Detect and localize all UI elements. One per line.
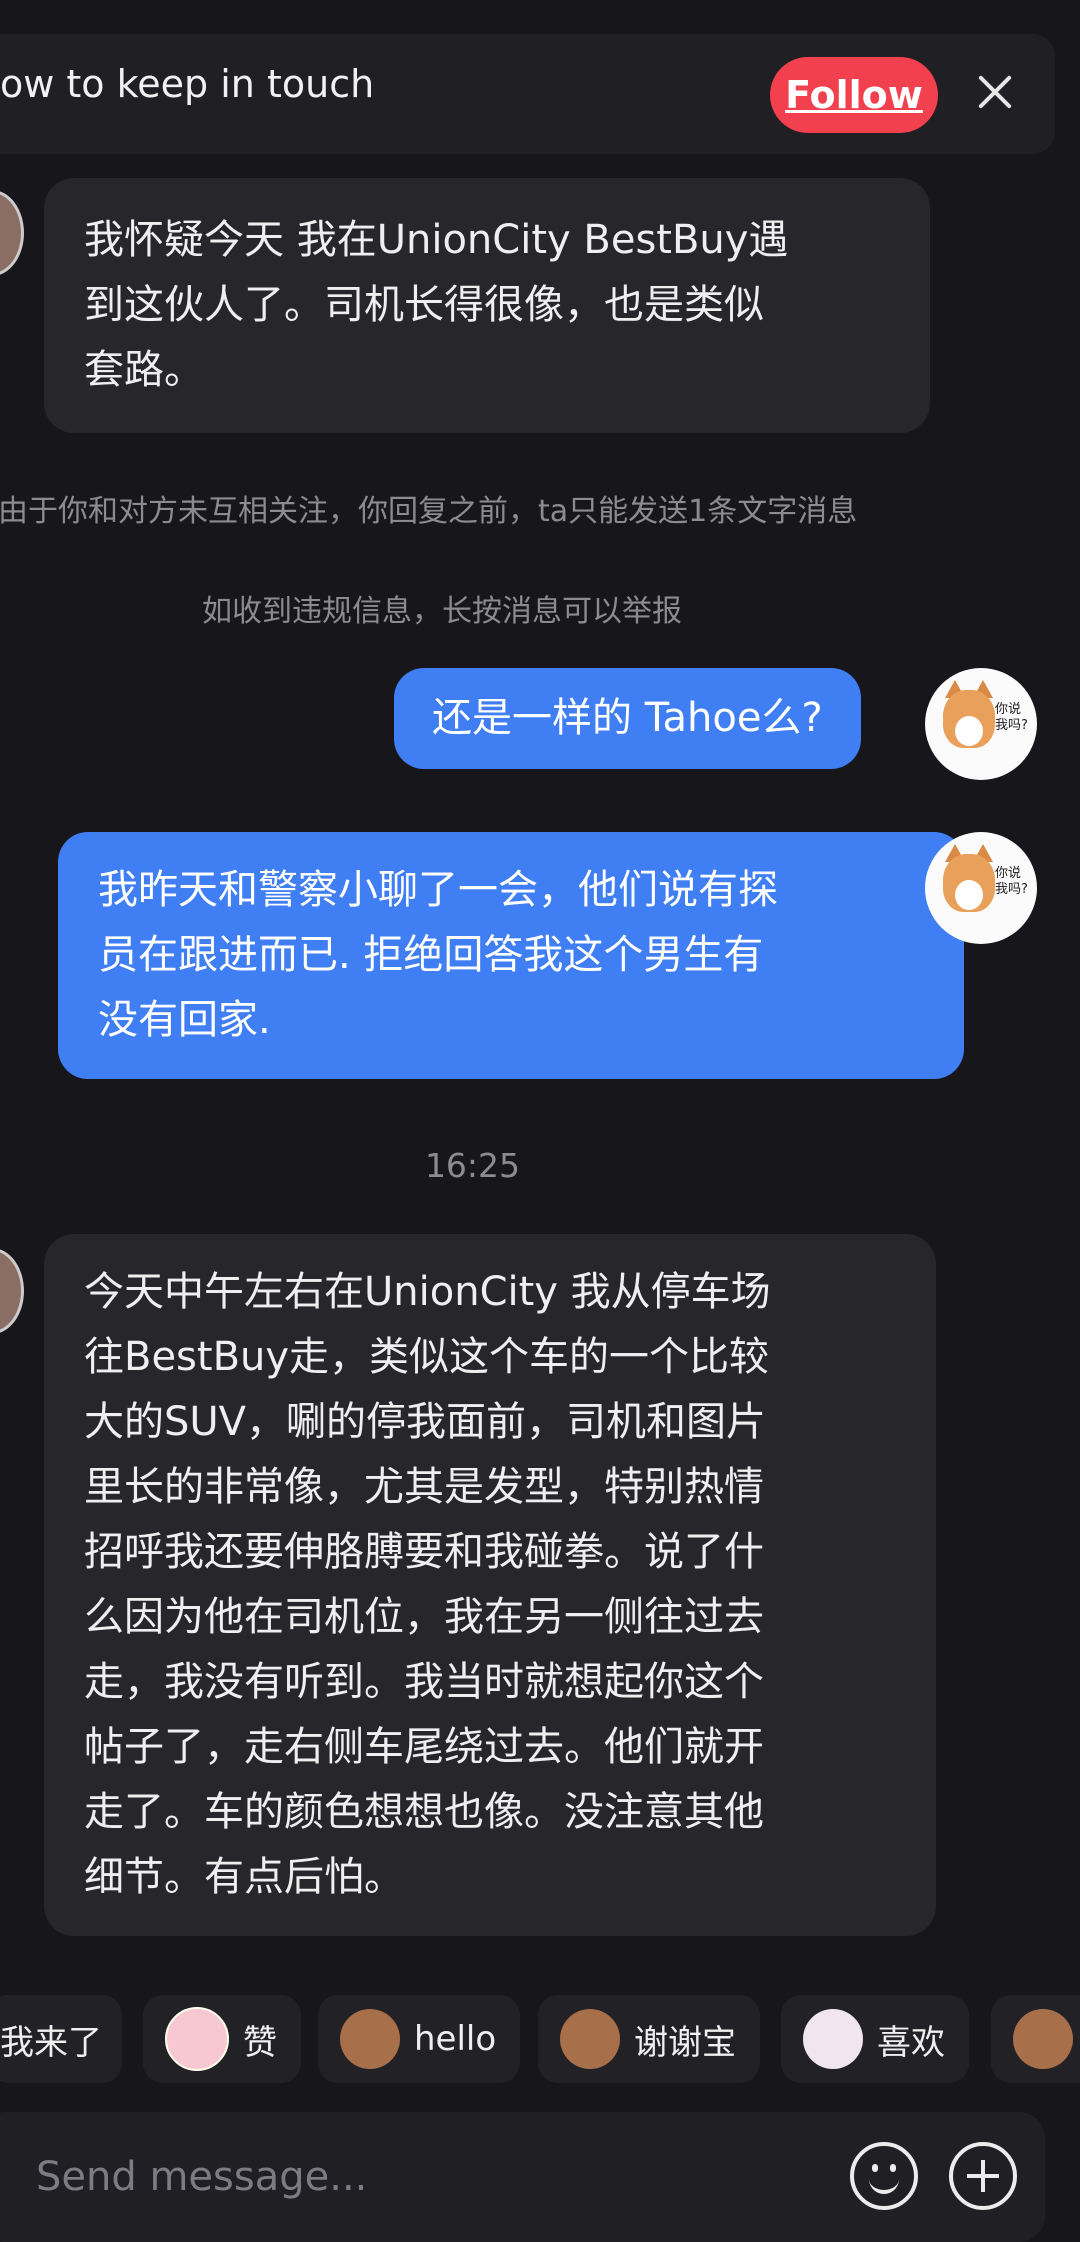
- quick-reply-label: 谢谢宝: [634, 2022, 736, 2063]
- quick-reply-label: 我来了: [0, 2022, 102, 2063]
- quick-reply-chip[interactable]: 赞: [143, 1995, 301, 2083]
- outgoing-message[interactable]: 我昨天和警察小聊了一会，他们说有探 员在跟进而已. 拒绝回答我这个男生有 没有回…: [58, 832, 964, 1079]
- message-input-bar: Send message...: [0, 2112, 1045, 2242]
- follow-button[interactable]: Follow: [770, 57, 938, 133]
- banner-text: ow to keep in touch: [0, 62, 375, 106]
- close-icon[interactable]: [973, 70, 1017, 114]
- ghost-sticker-icon: [803, 2009, 863, 2069]
- quick-reply-label: 赞: [243, 2022, 277, 2063]
- outgoing-message[interactable]: 还是一样的 Tahoe么?: [394, 668, 861, 769]
- emoji-sticker-icon: [165, 2007, 229, 2071]
- report-notice: 如收到违规信息，长按消息可以举报: [202, 594, 682, 629]
- message-input[interactable]: Send message...: [36, 2154, 367, 2200]
- emoji-eye: [872, 2164, 878, 2172]
- plus-icon[interactable]: [949, 2142, 1017, 2210]
- avatar-caption: 你说 我吗?: [995, 702, 1028, 733]
- quick-reply-chip[interactable]: 我来了: [0, 1995, 122, 2083]
- incoming-message[interactable]: 我怀疑今天 我在UnionCity BestBuy遇 到这伙人了。司机长得很像，…: [44, 178, 930, 433]
- quick-reply-chip[interactable]: 喜欢: [781, 1995, 969, 2083]
- incoming-message[interactable]: 今天中午左右在UnionCity 我从停车场 往BestBuy走，类似这个车的一…: [44, 1234, 936, 1936]
- emoji-mouth: [869, 2176, 899, 2194]
- avatar-caption: 你说 我吗?: [995, 866, 1028, 897]
- cat-face: [955, 880, 983, 910]
- quick-reply-label: 喜欢: [877, 2022, 945, 2063]
- monkey-sticker-icon: [340, 2009, 400, 2069]
- plus-stroke: [981, 2160, 985, 2192]
- monkey-flower-sticker-icon: [560, 2009, 620, 2069]
- quick-reply-chip[interactable]: hello: [318, 1995, 521, 2083]
- quick-reply-chip[interactable]: 谢谢宝: [538, 1995, 760, 2083]
- my-avatar[interactable]: 你说 我吗?: [925, 832, 1037, 944]
- follow-notice: 由于你和对方未互相关注，你回复之前，ta只能发送1条文字消息: [0, 494, 858, 529]
- follow-banner: ow to keep in touch Follow: [0, 34, 1055, 154]
- my-avatar[interactable]: 你说 我吗?: [925, 668, 1037, 780]
- monkey-cover-eyes-sticker-icon: [1013, 2009, 1073, 2069]
- quick-reply-label: hello: [414, 2019, 497, 2059]
- quick-reply-chip[interactable]: [991, 1995, 1080, 2083]
- emoji-eye: [890, 2164, 896, 2172]
- contact-avatar[interactable]: [0, 1248, 24, 1334]
- timestamp: 16:25: [424, 1146, 521, 1185]
- emoji-icon[interactable]: [850, 2142, 918, 2210]
- contact-avatar[interactable]: [0, 190, 24, 276]
- cat-face: [955, 716, 983, 746]
